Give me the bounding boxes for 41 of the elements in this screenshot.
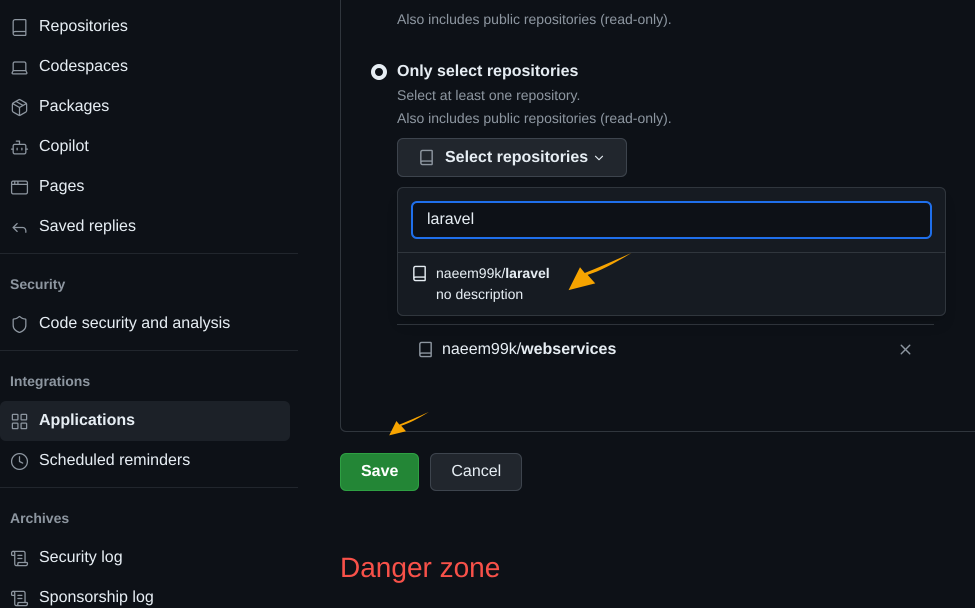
sidebar-item[interactable]: Packages: [0, 87, 290, 127]
sidebar-item[interactable]: Repositories: [0, 7, 290, 47]
search-field[interactable]: laravel: [411, 201, 932, 239]
repo-result[interactable]: naeem99k/laravel no description: [398, 253, 945, 315]
grid-icon: [10, 412, 29, 430]
book-icon: [10, 18, 29, 36]
window-icon: [10, 178, 29, 196]
sidebar-item[interactable]: Pages: [0, 167, 290, 207]
repo-name: naeem99k/webservices: [442, 340, 618, 360]
sidebar-item[interactable]: Saved replies: [0, 207, 290, 247]
select-repositories-button[interactable]: Select repositories: [397, 138, 628, 177]
clock-icon: [10, 452, 29, 470]
section-heading: Integrations: [9, 372, 92, 391]
option-label: Only select repositories: [397, 62, 578, 82]
arrow-annotation: [566, 252, 634, 292]
sidebar-item[interactable]: Sponsorship log: [0, 578, 290, 608]
book-icon: [418, 149, 435, 166]
scroll-icon: [10, 588, 29, 608]
repo-description: no description: [436, 285, 524, 304]
section-title: Danger zone: [340, 551, 502, 585]
repo-name: naeem99k/laravel: [436, 264, 550, 283]
section-heading: Security: [9, 274, 66, 294]
shield-icon: [10, 314, 29, 334]
option-description: Select at least one repository.: [397, 86, 582, 105]
sidebar-item[interactable]: Codespaces: [0, 47, 290, 87]
option-description: Also includes public repositories (read-only).: [397, 109, 673, 128]
sidebar-item[interactable]: Code security and analysis: [0, 304, 290, 344]
sidebar-item[interactable]: Copilot: [0, 127, 290, 167]
sidebar-item[interactable]: Scheduled reminders: [0, 441, 290, 481]
save-button[interactable]: Save: [340, 453, 420, 491]
sidebar-item[interactable]: Security log: [0, 538, 290, 578]
option-description: Also includes public repositories (read-only).: [397, 10, 673, 29]
section-heading: Archives: [9, 508, 70, 528]
sidebar-item[interactable]: Applications: [0, 401, 290, 441]
scroll-icon: [10, 548, 29, 568]
cancel-button[interactable]: Cancel: [430, 453, 522, 491]
package-icon: [10, 98, 29, 116]
book-icon: [411, 265, 428, 282]
book-icon: [417, 341, 434, 358]
radio-button[interactable]: [371, 64, 387, 80]
robot-icon: [10, 138, 29, 156]
